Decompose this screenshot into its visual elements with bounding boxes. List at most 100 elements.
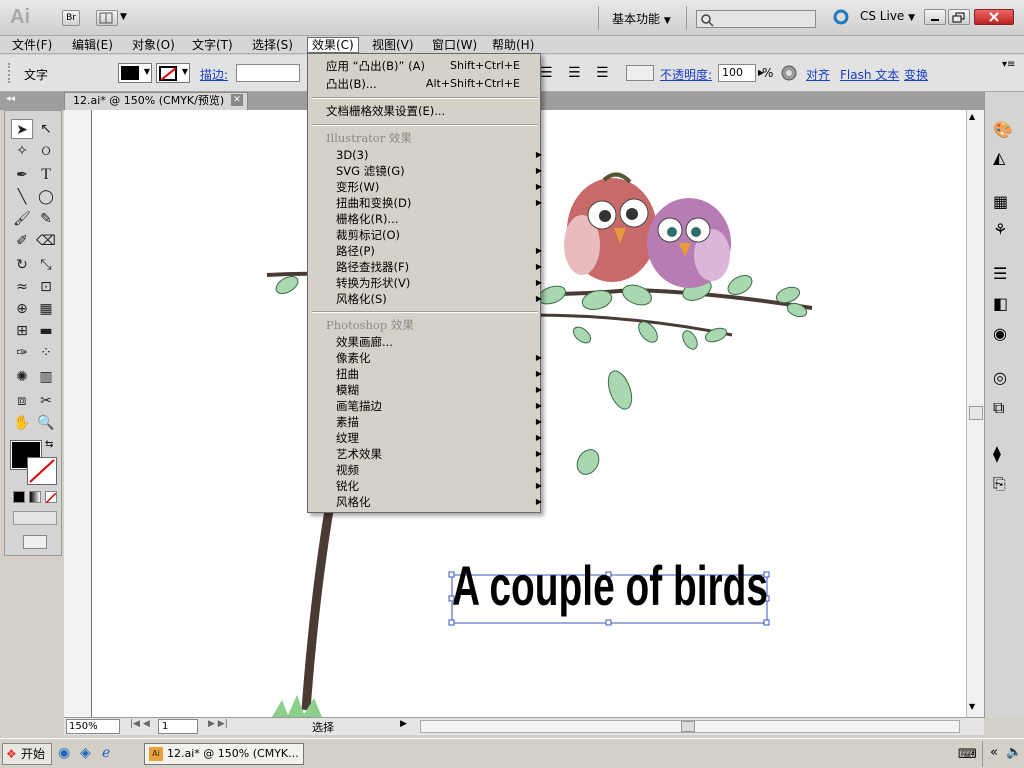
menu-item-sharpen[interactable]: 锐化 ▶ [336, 478, 546, 494]
transparency-panel-icon[interactable]: ◉ [993, 324, 1007, 343]
show-hidden-icons[interactable]: « [990, 745, 998, 760]
menu-type[interactable]: 文字(T) [188, 37, 237, 53]
menu-item-3d[interactable]: 3D(3) ▶ [336, 147, 546, 163]
close-button[interactable] [974, 9, 1014, 25]
menu-item-pixelate[interactable]: 像素化 ▶ [336, 350, 546, 366]
align-center-icon[interactable]: ☰ [568, 65, 581, 81]
layers-icon[interactable]: ⧫ [993, 444, 1001, 463]
swap-fill-stroke-icon[interactable]: ⇆ [45, 439, 53, 450]
ellipse-tool-icon[interactable]: ◯ [35, 187, 57, 207]
document-tab[interactable]: 12.ai* @ 150% (CMYK/预览) ✕ [64, 92, 248, 110]
slice-tool-icon[interactable]: ✂ [35, 391, 57, 411]
none-mode-icon[interactable] [45, 491, 57, 504]
menu-item-pathfinder[interactable]: 路径查找器(F) ▶ [336, 259, 546, 275]
media-player-icon[interactable]: ◉ [58, 745, 70, 761]
shape-builder-tool-icon[interactable]: ⊕ [11, 299, 33, 319]
bridge-button[interactable]: Br [62, 10, 80, 26]
brush-definition-button[interactable] [626, 65, 654, 81]
desktop-icon[interactable]: ◈ [80, 745, 91, 761]
last-artboard-icon[interactable]: ▶ ▶| [208, 719, 228, 729]
mesh-tool-icon[interactable]: ⊞ [11, 321, 33, 341]
artboard-number-input[interactable]: 1 [158, 719, 198, 734]
eyedropper-tool-icon[interactable]: ✑ [11, 343, 33, 363]
color-guide-icon[interactable]: ◭ [993, 148, 1005, 167]
selection-tool-icon[interactable]: ➤ [11, 119, 33, 139]
menu-item-stylize-ps[interactable]: 风格化 ▶ [336, 494, 546, 510]
keyboard-icon[interactable]: ⌨ [958, 747, 977, 762]
menu-item-blur[interactable]: 模糊 ▶ [336, 382, 546, 398]
blend-tool-icon[interactable]: ⁘ [35, 343, 57, 363]
opacity-input[interactable]: 100 [718, 64, 756, 82]
align-left-icon[interactable]: ☰ [540, 65, 553, 81]
workspace-switcher[interactable]: 基本功能 ▼ [612, 10, 671, 27]
arrange-documents-button[interactable] [96, 10, 118, 26]
artboards-panel-icon[interactable]: ⎘ [993, 474, 1006, 494]
horizontal-scrollbar[interactable] [420, 720, 960, 733]
taskbar-item-illustrator[interactable]: Ai 12.ai* @ 150% (CMYK... [144, 743, 304, 765]
menu-item-crop-marks[interactable]: 裁剪标记(O) [336, 227, 546, 243]
menu-item-distort[interactable]: 扭曲 ▶ [336, 366, 546, 382]
type-tool-icon[interactable]: T [35, 165, 57, 185]
gradient-mode-icon[interactable] [29, 491, 41, 503]
swatches-icon[interactable]: ▦ [993, 192, 1008, 211]
draw-mode-buttons[interactable] [13, 511, 57, 525]
scroll-thumb[interactable] [681, 721, 695, 732]
brushes-icon[interactable]: ⚘ [993, 220, 1007, 239]
blob-brush-tool-icon[interactable]: ✐ [11, 231, 33, 251]
pencil-tool-icon[interactable]: ✎ [35, 209, 57, 229]
help-search-input[interactable] [696, 10, 816, 28]
direct-selection-tool-icon[interactable]: ↖ [35, 119, 57, 139]
menu-item-brush-strokes[interactable]: 画笔描边 ▶ [336, 398, 546, 414]
start-button[interactable]: ❖ 开始 [2, 743, 52, 765]
color-panel-icon[interactable]: 🎨 [993, 120, 1013, 139]
collapse-icon[interactable]: ◂◂ [6, 94, 15, 104]
symbol-sprayer-tool-icon[interactable]: ✺ [11, 367, 33, 387]
cs-live-button[interactable]: CS Live ▼ [860, 9, 915, 23]
menu-edit[interactable]: 编辑(E) [68, 37, 117, 53]
stroke-color-swatch[interactable]: ▼ [156, 63, 190, 83]
pen-tool-icon[interactable]: ✒ [11, 165, 33, 185]
flash-text-link[interactable]: Flash 文本 [840, 66, 899, 83]
rotate-tool-icon[interactable]: ↻ [11, 255, 33, 275]
warp-tool-icon[interactable]: ≈ [11, 277, 33, 297]
zoom-tool-icon[interactable]: 🔍 [35, 413, 57, 433]
menu-help[interactable]: 帮助(H) [488, 37, 538, 53]
stroke-weight-input[interactable] [236, 64, 300, 82]
hand-tool-icon[interactable]: ✋ [11, 413, 33, 433]
menu-item-rasterize[interactable]: 栅格化(R)... [336, 211, 546, 227]
transform-link[interactable]: 变换 [904, 66, 928, 83]
current-tool-status[interactable]: 选择 [312, 719, 334, 735]
menu-item-document-raster-settings[interactable]: 文档栅格效果设置(E)... [326, 103, 536, 119]
close-tab-icon[interactable]: ✕ [231, 94, 243, 106]
menu-effect[interactable]: 效果(C) [307, 37, 359, 53]
stroke-swatch[interactable] [27, 457, 57, 485]
perspective-grid-tool-icon[interactable]: ▦ [35, 299, 57, 319]
menu-file[interactable]: 文件(F) [8, 37, 56, 53]
ie-icon[interactable]: ℯ [102, 745, 110, 761]
restore-button[interactable] [948, 9, 970, 25]
color-mode-icon[interactable] [13, 491, 25, 503]
zoom-select[interactable]: 150% [66, 719, 120, 734]
stroke-link[interactable]: 描边: [200, 66, 228, 83]
chevron-down-icon[interactable]: ▼ [120, 12, 127, 22]
menu-item-effect-gallery[interactable]: 效果画廊... [336, 334, 546, 350]
align-right-icon[interactable]: ☰ [596, 65, 609, 81]
menu-window[interactable]: 窗口(W) [428, 37, 481, 53]
opacity-link[interactable]: 不透明度: [660, 66, 712, 83]
first-artboard-icon[interactable]: |◀ ◀ [130, 719, 150, 729]
menu-item-distort-transform[interactable]: 扭曲和变换(D) ▶ [336, 195, 546, 211]
align-link[interactable]: 对齐 [806, 66, 830, 83]
status-menu-icon[interactable]: ▶ [400, 719, 407, 729]
vertical-scrollbar[interactable]: ▲ ▼ [966, 110, 984, 718]
appearance-panel-icon[interactable]: ◎ [993, 368, 1007, 387]
menu-item-convert-to-shape[interactable]: 转换为形状(V) ▶ [336, 275, 546, 291]
column-graph-tool-icon[interactable]: ▥ [35, 367, 57, 387]
menu-item-texture[interactable]: 纹理 ▶ [336, 430, 546, 446]
artwork-text[interactable]: A couple of birds [452, 554, 768, 617]
fill-color-swatch[interactable]: ▼ [118, 63, 152, 83]
gradient-tool-icon[interactable]: ▬ [35, 321, 57, 341]
eraser-tool-icon[interactable]: ⌫ [35, 231, 57, 251]
menu-object[interactable]: 对象(O) [128, 37, 179, 53]
line-tool-icon[interactable]: ╲ [11, 187, 33, 207]
recolor-artwork-icon[interactable] [780, 64, 798, 82]
